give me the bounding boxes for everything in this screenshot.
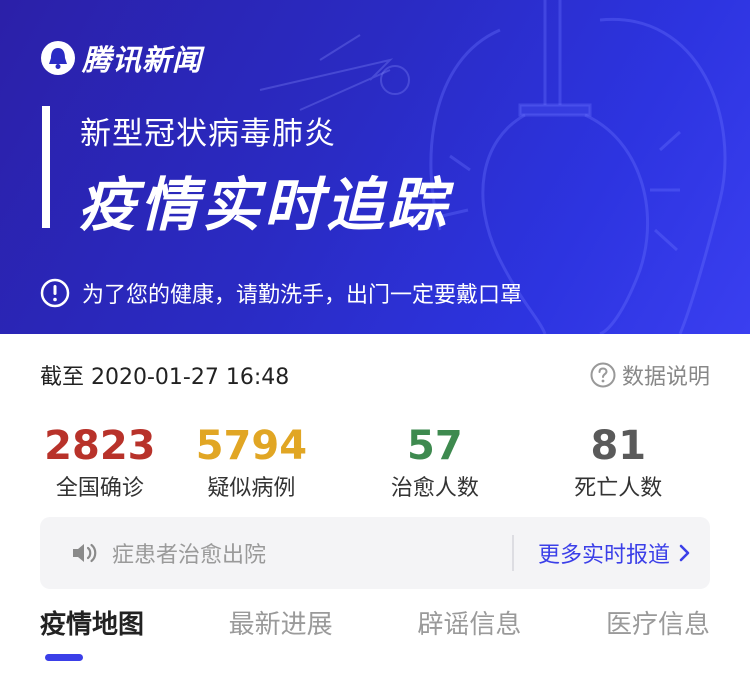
news-ticker[interactable]: 症患者治愈出院 更多实时报道 — [40, 517, 710, 589]
stat-value: 2823 — [44, 423, 156, 469]
page-subtitle: 新型冠状病毒肺炎 — [80, 116, 336, 152]
exclamation-circle-icon — [40, 278, 70, 308]
stat-value: 5794 — [195, 423, 308, 469]
stat-label: 治愈人数 — [390, 476, 479, 501]
hero-banner: 腾讯新闻 新型冠状病毒肺炎 疫情实时追踪 为了您的健康，请勤洗手，出门一定要戴口… — [0, 0, 750, 334]
stat-label: 疑似病例 — [207, 476, 296, 501]
ticker-divider — [511, 535, 514, 571]
data-help-label: 数据说明 — [621, 365, 710, 390]
stat-value: 81 — [590, 423, 647, 469]
tab-rumor-debunk[interactable]: 辟谣信息 — [417, 600, 521, 674]
tab-bar: 疫情地图 最新进展 辟谣信息 医疗信息 — [40, 600, 710, 674]
more-reports-label: 更多实时报道 — [537, 543, 670, 568]
ticker-text: 症患者治愈出院 — [112, 543, 267, 568]
stat-dead[interactable]: 81 死亡人数 — [527, 420, 710, 510]
tencent-news-logo-icon — [41, 41, 75, 75]
stat-label: 死亡人数 — [574, 476, 663, 501]
stat-suspected[interactable]: 5794 疑似病例 — [160, 420, 343, 510]
more-reports-link[interactable]: 更多实时报道 — [538, 537, 692, 569]
health-tip: 为了您的健康，请勤洗手，出门一定要戴口罩 — [40, 277, 522, 309]
page-title: 疫情实时追踪 — [78, 171, 451, 239]
stats-panel: 2823 全国确诊 5794 疑似病例 57 治愈人数 81 死亡人数 — [40, 420, 710, 510]
tab-latest-progress[interactable]: 最新进展 — [229, 600, 333, 674]
stat-confirmed[interactable]: 2823 全国确诊 — [40, 420, 160, 510]
tab-epidemic-map[interactable]: 疫情地图 — [40, 600, 144, 674]
question-circle-icon — [590, 362, 616, 388]
stat-label: 全国确诊 — [55, 476, 144, 501]
tab-medical-info[interactable]: 医疗信息 — [606, 600, 710, 674]
stat-value: 57 — [406, 423, 463, 469]
health-tip-text: 为了您的健康，请勤洗手，出门一定要戴口罩 — [82, 283, 523, 308]
speaker-icon — [73, 543, 97, 563]
brand-name: 腾讯新闻 — [82, 43, 203, 77]
chevron-right-icon — [679, 544, 690, 562]
data-help-link[interactable]: 数据说明 — [590, 359, 710, 391]
data-meta-row: 截至 2020-01-27 16:48 数据说明 — [40, 358, 710, 392]
brand: 腾讯新闻 — [40, 38, 202, 78]
update-time: 截至 2020-01-27 16:48 — [40, 365, 290, 390]
title-accent-bar — [42, 106, 50, 228]
stat-cured[interactable]: 57 治愈人数 — [343, 420, 526, 510]
active-tab-indicator — [45, 654, 83, 661]
